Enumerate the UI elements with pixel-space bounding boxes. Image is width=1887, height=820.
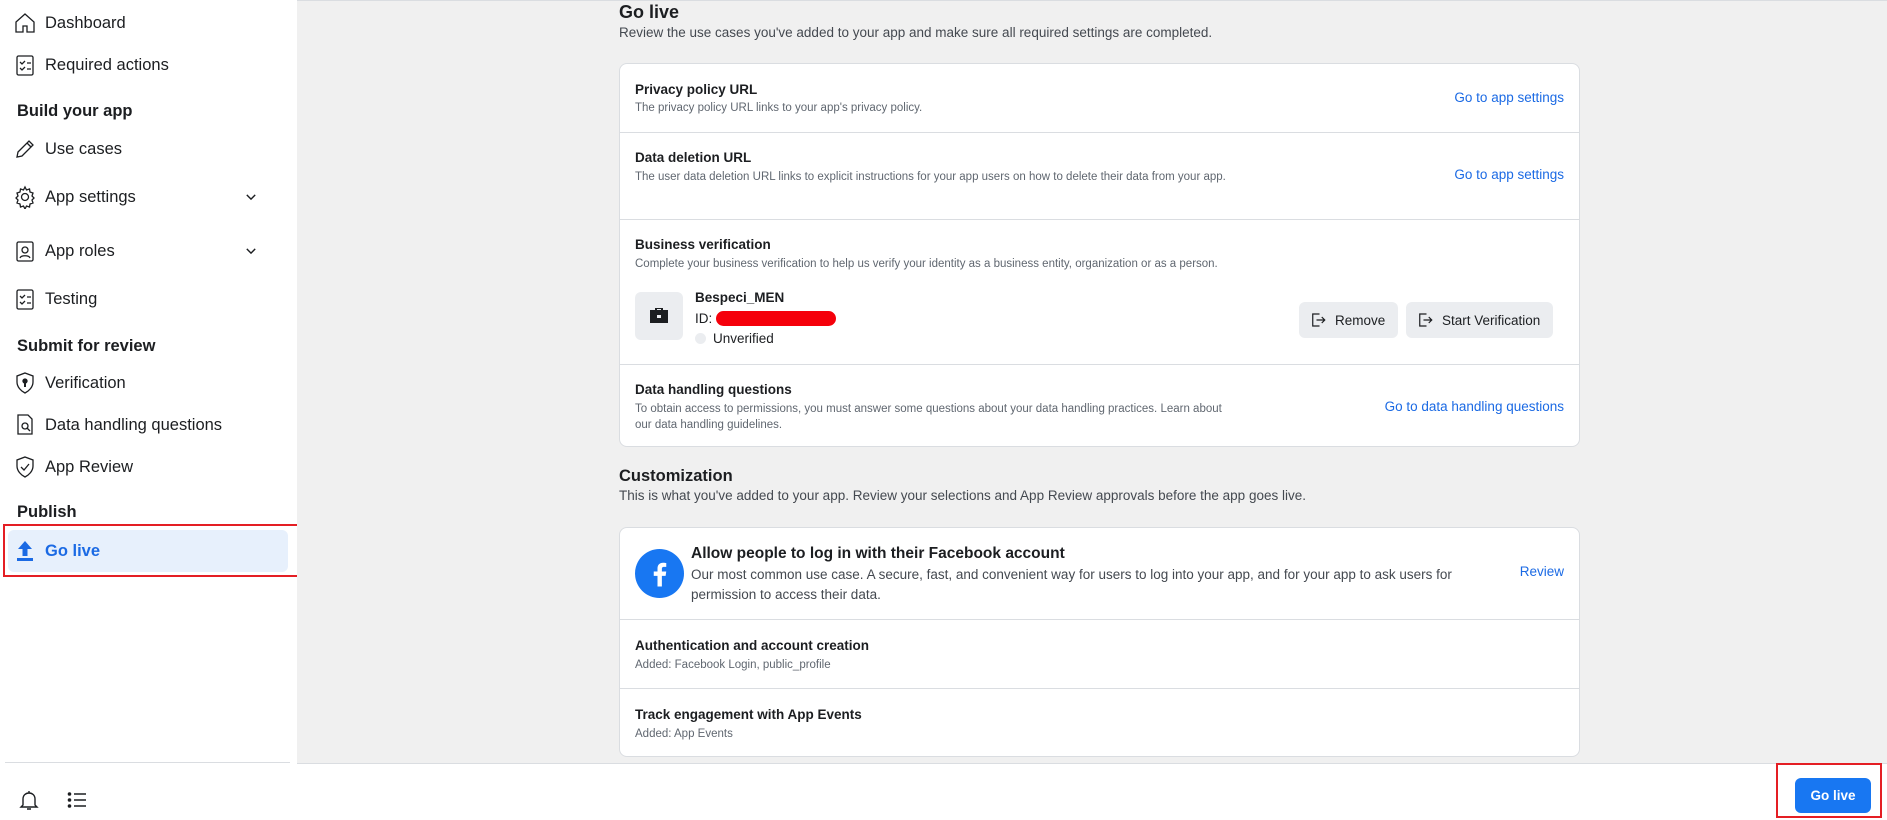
- feature-title: Authentication and account creation: [635, 638, 870, 653]
- status-label: Unverified: [713, 331, 774, 346]
- review-link[interactable]: Review: [1520, 564, 1564, 579]
- doc-search-icon: [12, 412, 38, 438]
- footer-bar: [297, 763, 1887, 820]
- sidebar-bottom-icons: [16, 787, 90, 813]
- added-feature-row: Authentication and account creation Adde…: [620, 620, 1579, 689]
- section-subtitle-customization: This is what you've added to your app. R…: [619, 488, 1306, 503]
- home-icon: [12, 10, 38, 36]
- sidebar-item-app-review[interactable]: App Review: [12, 447, 287, 487]
- highlight-box-go-live-button: [1776, 763, 1882, 818]
- highlight-box-go-live-nav: [3, 524, 300, 577]
- sidebar: Dashboard Required actions Build your ap…: [0, 0, 300, 820]
- chevron-down-icon[interactable]: [241, 241, 261, 261]
- sidebar-item-label: App Review: [45, 457, 134, 476]
- requirement-row-deletion: Data deletion URL The user data deletion…: [620, 133, 1579, 220]
- status-badge: Unverified: [695, 331, 774, 346]
- requirement-title: Business verification: [635, 237, 771, 252]
- requirement-desc: The privacy policy URL links to your app…: [635, 102, 923, 114]
- customization-card: Allow people to log in with their Facebo…: [619, 527, 1580, 757]
- business-id: ID:: [695, 311, 837, 326]
- requirement-desc: To obtain access to permissions, you mus…: [635, 403, 1222, 431]
- go-to-data-handling-link[interactable]: Go to data handling questions: [1385, 399, 1564, 414]
- list-icon[interactable]: [64, 787, 90, 813]
- bell-icon[interactable]: [16, 787, 42, 813]
- requirement-desc: The user data deletion URL links to expl…: [635, 171, 1226, 183]
- sidebar-item-label: App roles: [45, 241, 115, 260]
- feature-added: Added: App Events: [635, 728, 733, 740]
- sidebar-item-label: Use cases: [45, 139, 123, 158]
- exit-icon: [1309, 311, 1327, 329]
- checklist-icon: [12, 286, 38, 312]
- requirements-card: Privacy policy URL The privacy policy UR…: [619, 63, 1580, 447]
- sidebar-item-label: App settings: [45, 187, 136, 206]
- page-title: Go live: [619, 2, 680, 22]
- checklist-icon: [12, 52, 38, 78]
- requirement-desc: Complete your business verification to h…: [635, 258, 1218, 270]
- requirement-row-business: Business verification Complete your busi…: [620, 220, 1579, 365]
- status-dot-icon: [695, 333, 706, 344]
- sidebar-item-data-handling[interactable]: Data handling questions: [12, 405, 287, 445]
- requirement-row-data-handling: Data handling questions To obtain access…: [620, 365, 1579, 446]
- button-label: Remove: [1335, 312, 1386, 328]
- facebook-icon: [635, 549, 684, 598]
- sidebar-item-dashboard[interactable]: Dashboard: [12, 3, 287, 43]
- sidebar-item-label: Dashboard: [45, 13, 126, 32]
- go-to-app-settings-link[interactable]: Go to app settings: [1454, 167, 1564, 182]
- sidebar-item-label: Data handling questions: [45, 415, 223, 434]
- sidebar-item-use-cases[interactable]: Use cases: [12, 129, 287, 169]
- sidebar-item-app-roles[interactable]: App roles: [12, 231, 287, 271]
- sidebar-item-label: Verification: [45, 373, 126, 392]
- business-id-label: ID:: [695, 311, 713, 326]
- gear-icon: [12, 184, 38, 210]
- requirement-title: Data deletion URL: [635, 150, 752, 165]
- requirement-row-privacy: Privacy policy URL The privacy policy UR…: [620, 64, 1579, 133]
- start-verification-button[interactable]: Start Verification: [1406, 302, 1554, 338]
- requirement-title: Privacy policy URL: [635, 82, 758, 97]
- added-feature-row: Track engagement with App Events Added: …: [620, 689, 1579, 756]
- redaction-mark: [716, 311, 837, 326]
- go-to-app-settings-link[interactable]: Go to app settings: [1454, 90, 1564, 105]
- badge-check-icon: [12, 454, 38, 480]
- sidebar-item-label: Testing: [45, 289, 98, 308]
- pencil-icon: [12, 136, 38, 162]
- sidebar-item-app-settings[interactable]: App settings: [12, 177, 287, 217]
- section-heading-submit: Submit for review: [17, 337, 156, 355]
- section-heading-publish: Publish: [17, 503, 77, 521]
- business-name: Bespeci_MEN: [695, 290, 785, 305]
- sidebar-item-required-actions[interactable]: Required actions: [12, 45, 287, 85]
- divider: [5, 762, 290, 763]
- briefcase-icon: [635, 292, 683, 340]
- use-case-row: Allow people to log in with their Facebo…: [620, 528, 1579, 620]
- sidebar-item-testing[interactable]: Testing: [12, 279, 287, 319]
- button-label: Start Verification: [1442, 312, 1541, 328]
- page-subtitle: Review the use cases you've added to you…: [619, 25, 1213, 40]
- divider: [297, 0, 1887, 1]
- use-case-desc: Our most common use case. A secure, fast…: [691, 567, 1452, 602]
- use-case-title: Allow people to log in with their Facebo…: [691, 545, 1065, 562]
- shield-icon: [12, 370, 38, 396]
- feature-title: Track engagement with App Events: [635, 707, 862, 722]
- sidebar-item-verification[interactable]: Verification: [12, 363, 287, 403]
- feature-added: Added: Facebook Login, public_profile: [635, 659, 831, 671]
- remove-button[interactable]: Remove: [1299, 302, 1399, 338]
- chevron-down-icon[interactable]: [241, 187, 261, 207]
- exit-icon: [1416, 311, 1434, 329]
- sidebar-item-label: Required actions: [45, 55, 169, 74]
- requirement-title: Data handling questions: [635, 382, 792, 397]
- section-title-customization: Customization: [619, 467, 733, 485]
- section-heading-build: Build your app: [17, 102, 133, 120]
- id-badge-icon: [12, 238, 38, 264]
